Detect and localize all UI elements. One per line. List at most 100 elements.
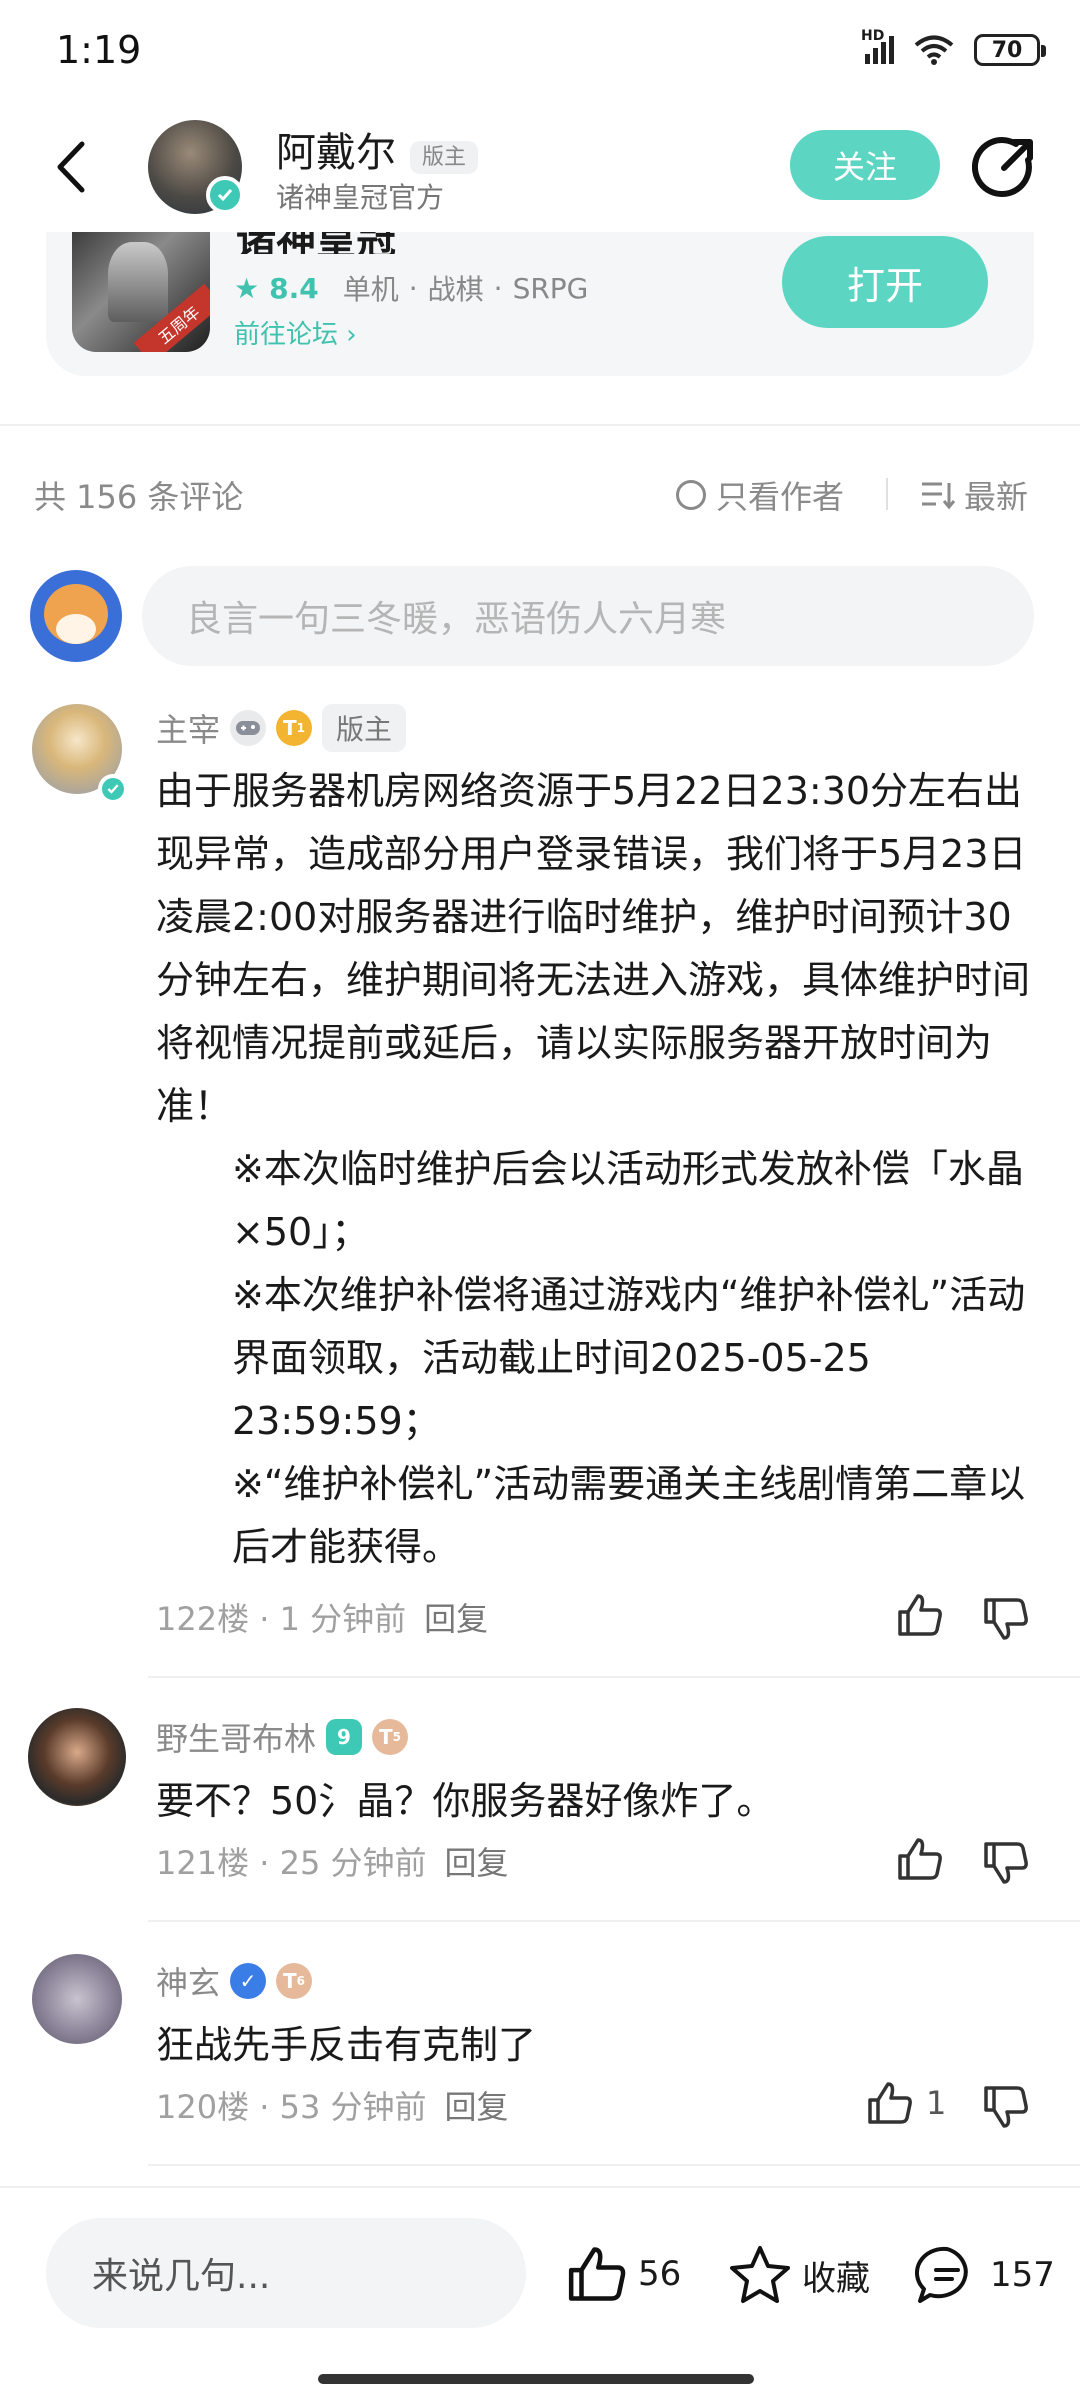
- thumbs-down-icon[interactable]: [982, 1596, 1030, 1642]
- comment-paragraph: ※本次临时维护后会以活动形式发放补偿「水晶×50」；: [232, 1147, 1024, 1254]
- sort-label: 最新: [964, 478, 1029, 516]
- comment-time: 25 分钟前: [279, 1844, 427, 1882]
- gamepad-icon: [230, 710, 267, 746]
- comment-count: 共 156 条评论: [34, 478, 244, 516]
- level-number: 5: [392, 1730, 402, 1744]
- divider: [148, 2164, 1080, 2166]
- comment-input[interactable]: 良言一句三冬暖，恶语伤人六月寒: [142, 566, 1034, 666]
- game-tag-3: SRPG: [512, 271, 589, 305]
- comment-paragraph: ※本次维护补偿将通过游戏内“维护补偿礼”活动界面领取，活动截止时间2025-05…: [232, 1273, 1026, 1443]
- author-name-row: 阿戴尔 版主: [276, 120, 479, 178]
- say-something-input[interactable]: 来说几句...: [46, 2218, 526, 2328]
- verified-icon: [206, 176, 244, 214]
- comment-user-row: 神玄 ✓ T6: [156, 1958, 313, 2004]
- star-icon: [730, 2246, 790, 2303]
- post-like-count: 56: [638, 2254, 682, 2294]
- chevron-right-icon: ›: [338, 320, 357, 350]
- game-meta: ★ 8.4 单机 · 战棋 · SRPG: [234, 268, 588, 308]
- home-indicator[interactable]: [318, 2374, 754, 2384]
- bottom-bar-divider: [0, 2186, 1080, 2188]
- author-subtitle: 诸神皇冠官方: [276, 181, 445, 214]
- level-badge: T6: [276, 1963, 313, 1999]
- comment-bubble-icon: [914, 2246, 968, 2303]
- signal-icon: HD: [861, 28, 894, 64]
- game-title: 诸神皇冠: [236, 232, 536, 254]
- follow-button[interactable]: 关注: [790, 130, 940, 200]
- reply-button[interactable]: 回复: [424, 1600, 488, 1638]
- forum-link[interactable]: 前往论坛 ›: [234, 314, 357, 351]
- floor-number: 120楼: [156, 2088, 250, 2126]
- thumbs-down-icon[interactable]: [982, 1840, 1030, 1886]
- status-icons: HD 70: [861, 28, 1046, 66]
- comment-time: 53 分钟前: [279, 2088, 427, 2126]
- level-badge: T5: [372, 1719, 409, 1755]
- rank-badge: 9: [326, 1719, 363, 1755]
- comments-button[interactable]: 157: [914, 2244, 1055, 2306]
- sort-latest[interactable]: 最新: [920, 472, 1028, 518]
- level-number: 1: [296, 721, 306, 735]
- divider: [148, 1920, 1080, 1922]
- collect-label: 收藏: [802, 2258, 870, 2299]
- comment-meta: 121楼 · 25 分钟前 回复: [156, 1844, 509, 1882]
- comment-username[interactable]: 主宰: [156, 705, 220, 751]
- thumbs-up-icon[interactable]: [896, 1836, 944, 1882]
- thumbs-up-icon[interactable]: [896, 1592, 944, 1638]
- floor-number: 121楼: [156, 1844, 250, 1882]
- comment-paragraph: 由于服务器机房网络资源于5月22日23:30分左右出现异常，造成部分用户登录错误…: [156, 769, 1031, 1128]
- comment-body: 由于服务器机房网络资源于5月22日23:30分左右出现异常，造成部分用户登录错误…: [156, 760, 1036, 1579]
- like-group[interactable]: 1: [866, 2080, 946, 2126]
- comment-avatar[interactable]: [32, 1954, 122, 2044]
- reply-button[interactable]: 回复: [445, 1844, 509, 1882]
- game-tag-1: 单机: [342, 273, 399, 306]
- comment-total: 157: [990, 2255, 1055, 2295]
- thumbs-down-icon[interactable]: [982, 2084, 1030, 2130]
- comment-body: 狂战先手反击有克制了: [156, 2023, 537, 2067]
- comment-user-row: 主宰 T1 版主: [156, 704, 407, 752]
- share-icon[interactable]: [972, 136, 1036, 200]
- comment-user-row: 野生哥布林 9 T5: [156, 1714, 409, 1760]
- comment-paragraph: ※“维护补偿礼”活动需要通关主线剧情第二章以后才能获得。: [232, 1462, 1026, 1569]
- forum-link-label: 前往论坛: [234, 320, 339, 350]
- open-game-button[interactable]: 打开: [782, 236, 988, 328]
- back-arrow-icon[interactable]: [52, 140, 92, 194]
- author-name[interactable]: 阿戴尔: [276, 130, 396, 176]
- comment-username[interactable]: 神玄: [156, 1958, 220, 2004]
- separator: [886, 478, 888, 510]
- game-title-clip: 诸神皇冠: [236, 232, 536, 254]
- level-badge: T1: [276, 710, 313, 746]
- only-author-toggle[interactable]: 只看作者: [676, 472, 844, 518]
- thumbs-up-icon: [568, 2247, 626, 2301]
- reply-button[interactable]: 回复: [445, 2088, 509, 2126]
- level-number: 6: [296, 1974, 306, 1988]
- thumbs-up-icon[interactable]: [866, 2080, 914, 2126]
- like-post-button[interactable]: 56: [566, 2244, 681, 2304]
- moderator-tag: 版主: [322, 704, 407, 752]
- divider: [148, 1676, 1080, 1678]
- my-avatar[interactable]: [30, 570, 122, 662]
- sort-icon: [922, 482, 956, 510]
- status-time: 1:19: [56, 28, 142, 72]
- battery-indicator: 70: [974, 34, 1046, 66]
- game-score: 8.4: [269, 271, 319, 305]
- divider: [0, 424, 1080, 426]
- star-icon: ★: [234, 271, 260, 305]
- like-count: 1: [926, 2084, 947, 2122]
- comment-username[interactable]: 野生哥布林: [156, 1714, 316, 1760]
- network-type: HD: [861, 28, 885, 44]
- comment-meta: 120楼 · 53 分钟前 回复: [156, 2088, 509, 2126]
- floor-number: 122楼: [156, 1600, 250, 1638]
- radio-circle-icon: [676, 480, 706, 510]
- only-author-label: 只看作者: [716, 478, 845, 516]
- verified-icon: [98, 774, 128, 804]
- like-badge-icon: ✓: [230, 1963, 267, 1999]
- game-tag-2: 战棋: [427, 273, 484, 306]
- comment-meta: 122楼 · 1 分钟前 回复: [156, 1600, 489, 1638]
- wifi-icon: [914, 35, 954, 65]
- comment-time: 1 分钟前: [279, 1600, 407, 1638]
- comment-body: 要不？50氵晶？你服务器好像炸了。: [156, 1779, 775, 1823]
- game-icon[interactable]: 五周年: [72, 232, 210, 352]
- collect-button[interactable]: 收藏: [728, 2244, 870, 2306]
- comment-avatar[interactable]: [28, 1708, 126, 1806]
- battery-level: 70: [991, 37, 1023, 63]
- moderator-tag: 版主: [410, 141, 479, 174]
